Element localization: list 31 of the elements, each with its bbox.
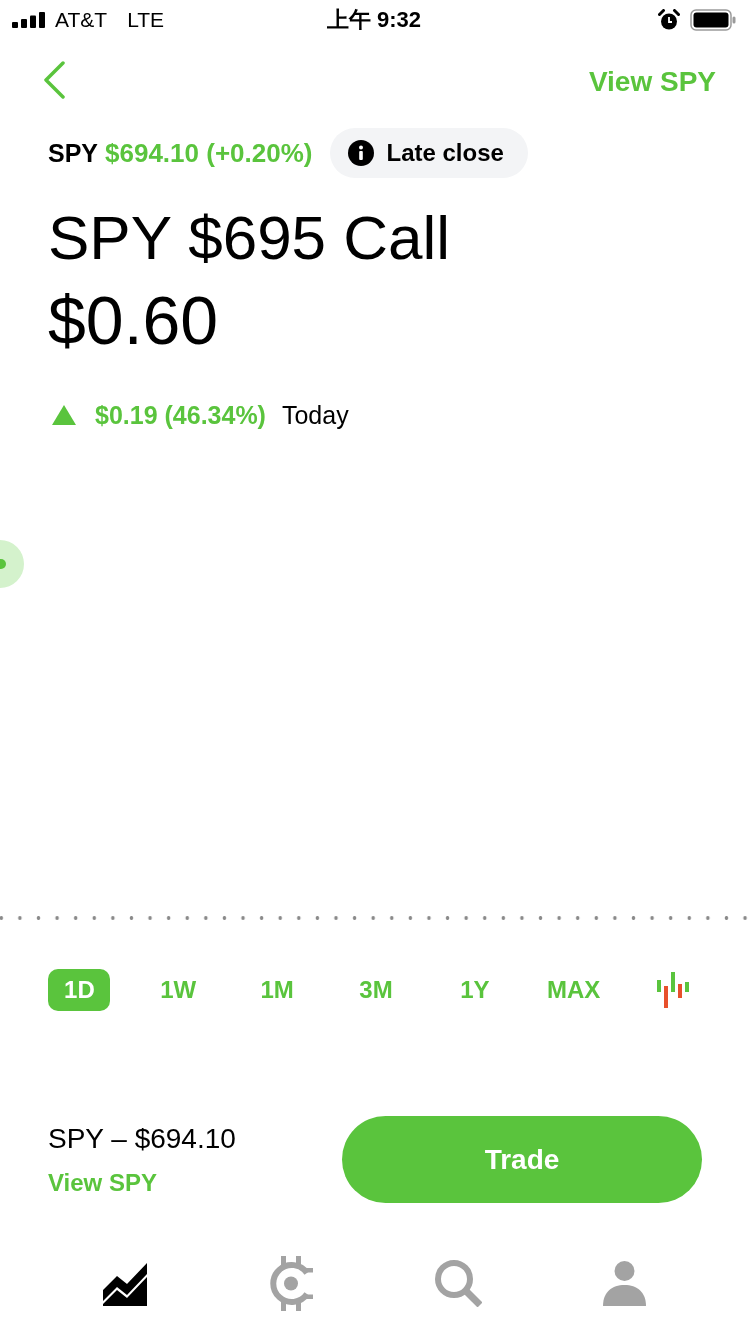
search-icon[interactable] <box>434 1260 482 1307</box>
quote-symbol: SPY <box>48 138 99 168</box>
underlying-price: SPY – $694.10 <box>48 1122 236 1155</box>
coin-icon[interactable] <box>270 1256 314 1311</box>
range-tab[interactable]: 1D <box>48 969 111 1011</box>
quote-price: $694.10 (+0.20%) <box>105 137 313 169</box>
range-tab[interactable]: 1W <box>146 969 211 1011</box>
view-underlying-link[interactable]: View SPY <box>48 1168 236 1197</box>
trade-button[interactable]: Trade <box>342 1116 702 1203</box>
carrier-name: AT&T <box>55 8 108 32</box>
person-icon[interactable] <box>603 1261 647 1306</box>
candlestick-icon[interactable] <box>655 972 690 1008</box>
change-period: Today <box>281 400 349 430</box>
change-amount: $0.19 (46.34%) <box>95 400 266 430</box>
view-symbol-link[interactable]: View SPY <box>588 66 716 98</box>
late-close-button[interactable]: Late close <box>330 128 528 178</box>
network-type: LTE <box>127 8 165 32</box>
option-price: $0.60 <box>47 281 220 360</box>
range-tab[interactable]: 3M <box>345 969 407 1011</box>
battery-icon <box>690 9 736 31</box>
signal-icon <box>12 12 47 28</box>
line-chart-icon[interactable] <box>103 1261 148 1306</box>
back-icon[interactable] <box>42 61 66 99</box>
range-tab[interactable]: MAX <box>533 969 615 1011</box>
info-icon <box>348 140 375 166</box>
range-tab[interactable]: 1Y <box>443 969 506 1011</box>
chart-point-icon <box>0 540 25 588</box>
status-time: 上午 9:32 <box>326 6 422 34</box>
option-title: SPY $695 Call <box>47 202 452 274</box>
alarm-clock-icon <box>658 9 680 31</box>
range-tab[interactable]: 1M <box>246 969 309 1011</box>
